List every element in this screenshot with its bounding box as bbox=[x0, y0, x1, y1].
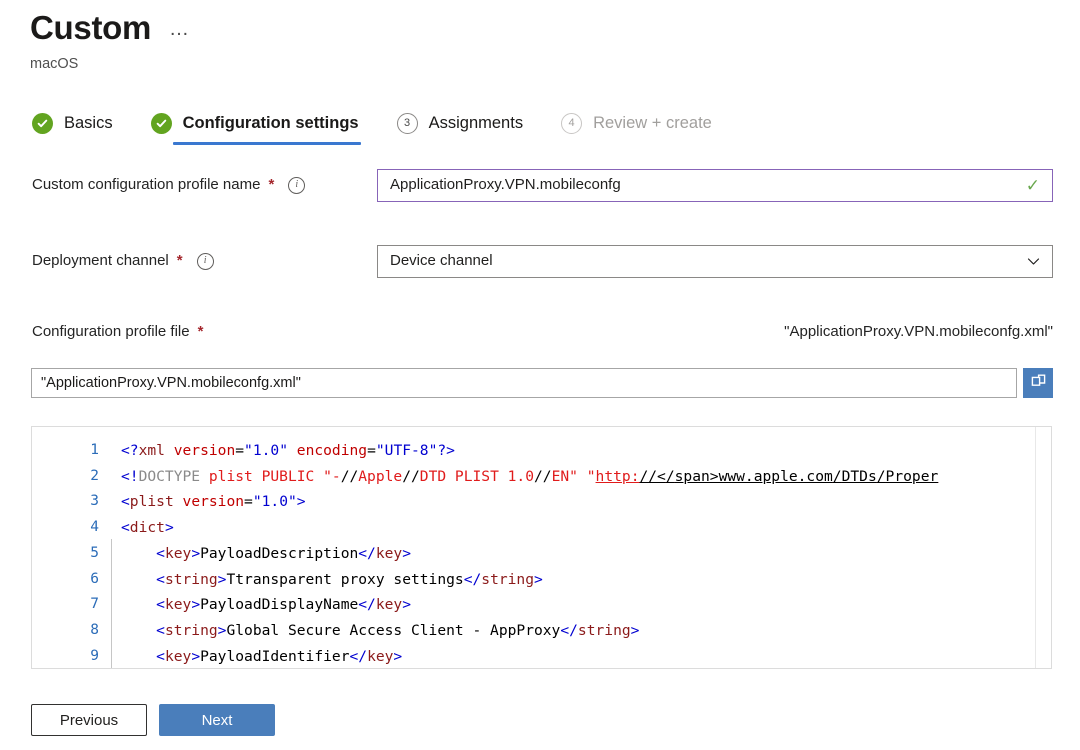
page-header: Custom … macOS bbox=[0, 0, 1080, 74]
xml-code-viewer[interactable]: 1 2 3 4 5 6 7 8 9 <?xml version="1.0" en… bbox=[31, 426, 1052, 669]
code-line-9: <key>PayloadIdentifier</key> bbox=[156, 647, 403, 665]
title-row: Custom … bbox=[30, 8, 1080, 48]
code-line-4: <dict> bbox=[121, 519, 174, 537]
row-profile-name: Custom configuration profile name * i Ap… bbox=[32, 168, 1053, 202]
step-number-icon: 3 bbox=[396, 112, 418, 134]
code-line-2: <!DOCTYPE plist PUBLIC "-//Apple//DTD PL… bbox=[121, 467, 939, 485]
code-line-3: <plist version="1.0"> bbox=[121, 493, 306, 511]
browse-file-button[interactable] bbox=[1023, 368, 1053, 398]
line-number: 4 bbox=[90, 519, 99, 536]
tab-assignments[interactable]: 3 Assignments bbox=[396, 104, 539, 142]
file-path-input-value: "ApplicationProxy.VPN.mobileconfg.xml" bbox=[41, 375, 301, 391]
file-picker: "ApplicationProxy.VPN.mobileconfg.xml" bbox=[31, 368, 1053, 398]
info-icon[interactable]: i bbox=[196, 252, 214, 270]
line-number: 9 bbox=[90, 647, 99, 664]
deployment-channel-label-group: Deployment channel * i bbox=[32, 251, 214, 271]
wizard-footer: Previous Next bbox=[31, 704, 275, 736]
tab-configuration-settings[interactable]: Configuration settings bbox=[150, 104, 375, 145]
profile-name-input[interactable]: ApplicationProxy.VPN.mobileconfg ✓ bbox=[377, 168, 1053, 202]
deployment-channel-label: Deployment channel bbox=[32, 252, 169, 269]
tab-assignments-label: Assignments bbox=[428, 114, 524, 132]
line-number: 2 bbox=[90, 467, 99, 484]
required-asterisk: * bbox=[197, 323, 204, 340]
code-line-5: <key>PayloadDescription</key> bbox=[156, 544, 411, 562]
wizard-tabs: Basics Configuration settings 3 Assignme… bbox=[32, 104, 1080, 145]
row-configuration-profile-file: Configuration profile file * "Applicatio… bbox=[0, 322, 1080, 342]
folder-open-icon bbox=[1030, 372, 1047, 394]
line-number: 8 bbox=[90, 621, 99, 638]
required-asterisk: * bbox=[176, 252, 183, 269]
code-area[interactable]: <?xml version="1.0" encoding="UTF-8"?> <… bbox=[110, 427, 1051, 668]
line-number: 6 bbox=[90, 570, 99, 587]
next-button[interactable]: Next bbox=[159, 704, 275, 736]
configuration-profile-file-label: Configuration profile file bbox=[32, 323, 190, 340]
profile-name-label-group: Custom configuration profile name * i bbox=[32, 175, 306, 195]
line-number: 1 bbox=[90, 442, 99, 458]
line-number: 7 bbox=[90, 596, 99, 613]
check-circle-icon bbox=[150, 112, 172, 134]
indent-guide bbox=[111, 539, 112, 668]
info-icon[interactable]: i bbox=[288, 176, 306, 194]
valid-check-icon: ✓ bbox=[1025, 175, 1040, 195]
tab-review-create-label: Review + create bbox=[593, 114, 712, 132]
profile-name-input-value: ApplicationProxy.VPN.mobileconfg bbox=[390, 176, 621, 193]
page-title: Custom bbox=[30, 9, 152, 46]
profile-name-label: Custom configuration profile name bbox=[32, 176, 261, 193]
line-number: 3 bbox=[90, 493, 99, 510]
code-line-6: <string>Ttransparent proxy settings</str… bbox=[156, 570, 543, 588]
previous-button[interactable]: Previous bbox=[31, 704, 147, 736]
code-line-8: <string>Global Secure Access Client - Ap… bbox=[156, 621, 640, 639]
code-line-7: <key>PayloadDisplayName</key> bbox=[156, 596, 411, 614]
deployment-channel-select-value: Device channel bbox=[390, 252, 493, 269]
tab-configuration-settings-label: Configuration settings bbox=[182, 114, 359, 132]
line-number-gutter: 1 2 3 4 5 6 7 8 9 bbox=[32, 427, 110, 668]
selected-file-name: "ApplicationProxy.VPN.mobileconfg.xml" bbox=[784, 323, 1053, 340]
configuration-profile-file-label-group: Configuration profile file * bbox=[32, 322, 203, 342]
tab-basics[interactable]: Basics bbox=[32, 104, 129, 142]
tab-review-create[interactable]: 4 Review + create bbox=[561, 104, 728, 142]
row-deployment-channel: Deployment channel * i Device channel bbox=[32, 244, 1053, 278]
code-vertical-scrollbar[interactable] bbox=[1035, 427, 1051, 668]
chevron-down-icon bbox=[1027, 255, 1040, 268]
settings-form: Custom configuration profile name * i Ap… bbox=[0, 168, 1080, 278]
file-path-input[interactable]: "ApplicationProxy.VPN.mobileconfg.xml" bbox=[31, 368, 1017, 398]
deployment-channel-select[interactable]: Device channel bbox=[377, 244, 1053, 278]
line-number: 5 bbox=[90, 544, 99, 561]
tab-basics-label: Basics bbox=[64, 114, 113, 132]
page-subtitle: macOS bbox=[30, 56, 79, 72]
more-options-icon[interactable]: … bbox=[169, 19, 191, 48]
step-number-icon: 4 bbox=[561, 112, 583, 134]
code-line-1: <?xml version="1.0" encoding="UTF-8"?> bbox=[121, 442, 455, 459]
check-circle-icon bbox=[32, 112, 53, 134]
required-asterisk: * bbox=[268, 176, 275, 193]
